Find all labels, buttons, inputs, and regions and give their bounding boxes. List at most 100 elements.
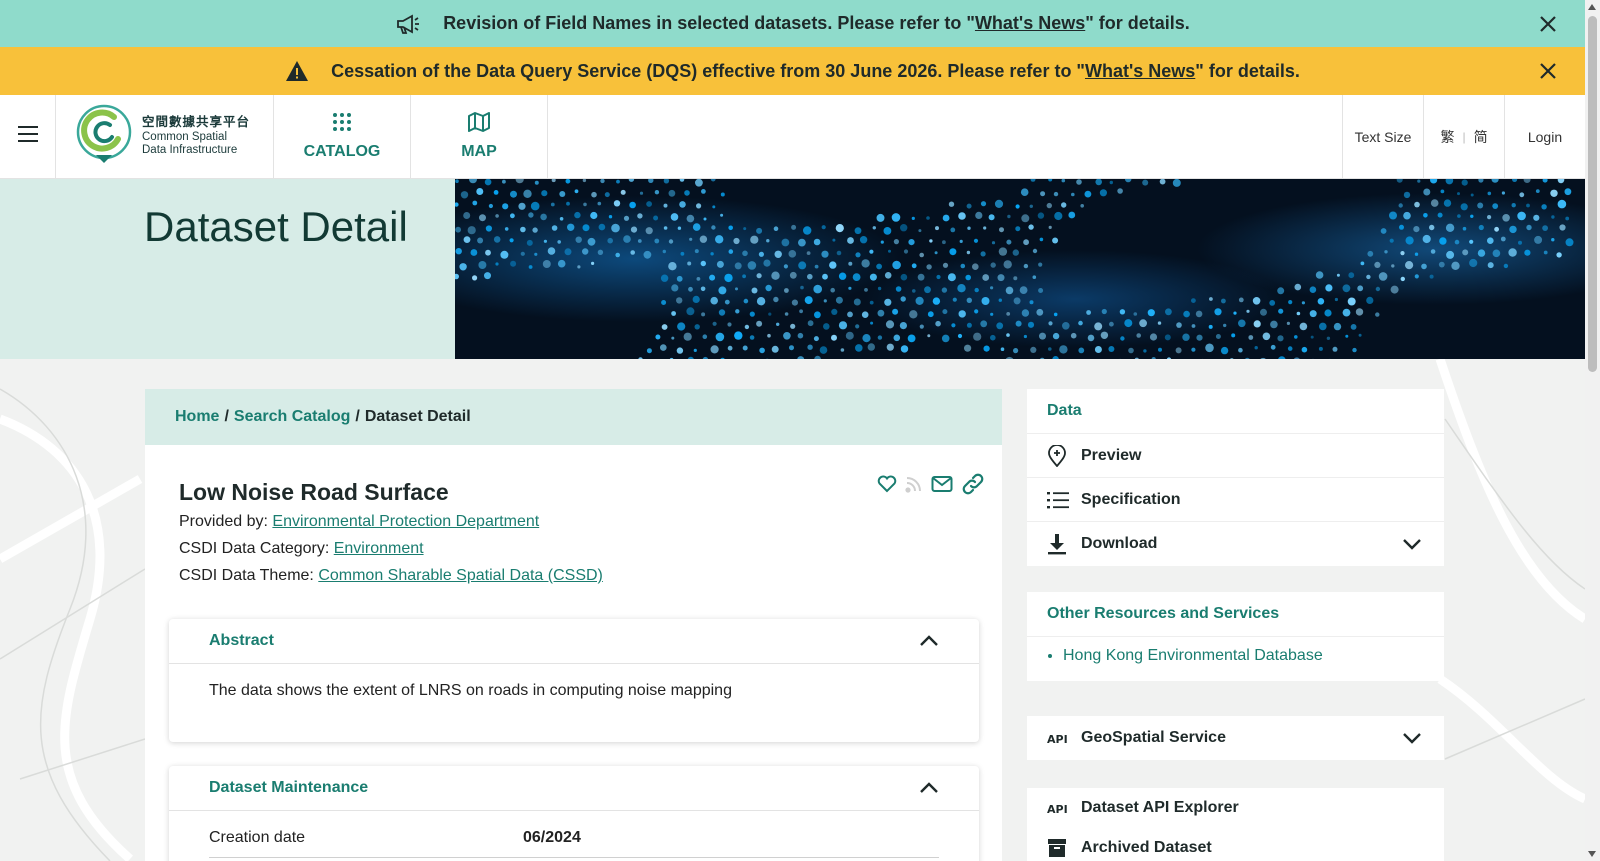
nav-catalog[interactable]: CATALOG [274,95,411,178]
hero-dot [591,191,597,198]
grid-icon [332,112,352,137]
hero-dot [1117,188,1123,194]
hero-dot [1252,297,1261,305]
hero-dot-pattern [455,179,1574,359]
hero-dot [1462,249,1469,256]
hero-dot [861,259,870,268]
hero-dot [1417,179,1421,183]
hero-dot [959,239,963,243]
theme-link[interactable]: Common Sharable Spatial Data (CSSD) [318,567,603,584]
hero-dot [696,203,702,209]
hero-dot [1038,288,1044,293]
menu-button[interactable] [0,95,56,178]
page-scrollbar[interactable] [1585,0,1600,861]
hero-dot [615,252,620,258]
hero-dot [1457,214,1461,218]
download-dropdown[interactable]: Download [1027,522,1444,566]
provider-link[interactable]: Environmental Protection Department [272,513,539,530]
nav-map[interactable]: MAP [411,95,548,178]
email-icon[interactable] [931,475,953,498]
hero-dot [807,320,814,327]
hero-dot [798,238,806,247]
hero-dot [710,345,719,354]
geospatial-service-dropdown[interactable]: API GeoSpatial Service [1027,716,1444,760]
favorite-heart-icon[interactable] [877,475,897,498]
close-banner-button[interactable] [1539,15,1557,33]
hero-dot [1355,308,1364,316]
hero-dot [861,311,869,318]
hero-dot [583,202,587,207]
specification-button[interactable]: Specification [1027,478,1444,522]
hero-dot [694,324,700,330]
abstract-accordion-header[interactable]: Abstract [169,619,979,664]
hero-dot [582,179,587,183]
breadcrumb-home-link[interactable]: Home [175,408,219,426]
hero-dot [1403,191,1411,199]
logo-text: 空間數據共享平台 Common Spatial Data Infrastruct… [142,115,251,157]
hero-dot [1070,332,1077,339]
hero-dot [1000,347,1005,351]
text-size-button[interactable]: Text Size [1343,95,1424,178]
hero-dot [1556,252,1562,258]
hero-dot [550,202,555,207]
hero-dot [1423,188,1431,196]
hero-dot [771,271,780,280]
hero-dot [855,344,863,352]
hero-dot [1380,228,1387,234]
hero-dot [1487,237,1494,244]
dataset-category: CSDI Data Category: Environment [179,540,424,557]
hero-dot [855,324,860,329]
env-database-link[interactable]: Hong Kong Environmental Database [1063,647,1323,664]
hero-dot [1269,300,1276,306]
table-row: Creation date 06/2024 [209,825,939,858]
category-link[interactable]: Environment [334,540,424,557]
scroll-down-arrow-icon[interactable] [1588,851,1596,857]
whats-news-link[interactable]: What's News [975,13,1085,33]
hero-dot [791,224,797,230]
list-item[interactable]: Hong Kong Environmental Database [1063,647,1424,665]
rss-icon[interactable] [905,475,923,498]
hero-dot [1086,310,1091,315]
hero-dot [799,309,803,314]
dataset-api-explorer-button[interactable]: API Dataset API Explorer [1027,788,1444,828]
hero-dot [1501,191,1505,195]
scrollbar-thumb[interactable] [1588,16,1597,372]
hero-dot [1108,346,1115,352]
hero-dot [1005,286,1014,295]
hero-dot [1526,224,1532,231]
hero-dot [679,179,685,182]
maintenance-accordion-header[interactable]: Dataset Maintenance [169,766,979,811]
hero-dot [676,347,684,354]
hero-dot [1492,203,1499,209]
preview-button[interactable]: Preview [1027,434,1444,478]
lang-traditional-button[interactable]: 繁 [1440,127,1454,147]
site-logo[interactable]: 空間數據共享平台 Common Spatial Data Infrastruct… [56,95,274,178]
nav-catalog-label: CATALOG [303,143,381,160]
login-button[interactable]: Login [1505,95,1585,178]
close-banner-button[interactable] [1539,62,1557,80]
scroll-up-arrow-icon[interactable] [1588,4,1596,10]
hero-dot [478,261,487,269]
hero-dot [477,237,484,244]
hero-dot [660,344,667,351]
hero-dot [743,298,749,304]
link-icon[interactable] [961,473,985,500]
hero-dot [646,348,652,354]
hero-dot [876,263,882,270]
hero-dot [1124,319,1133,328]
hero-dot [1094,322,1103,331]
hero-dot [1183,310,1190,318]
hero-dot [600,179,605,184]
maintenance-title: Dataset Maintenance [209,779,369,796]
hero-dot [1040,191,1046,197]
archived-dataset-button[interactable]: Archived Dataset [1027,828,1444,861]
hero-dot [628,179,635,182]
breadcrumb-current: Dataset Detail [364,408,471,425]
whats-news-link[interactable]: What's News [1085,61,1195,81]
hero-dot [1028,224,1034,230]
hero-dot [1399,224,1404,230]
hero-dot [1296,311,1301,316]
breadcrumb-catalog-link[interactable]: Search Catalog [234,408,350,426]
hero-dot [1021,309,1030,317]
lang-simplified-button[interactable]: 简 [1474,127,1488,147]
